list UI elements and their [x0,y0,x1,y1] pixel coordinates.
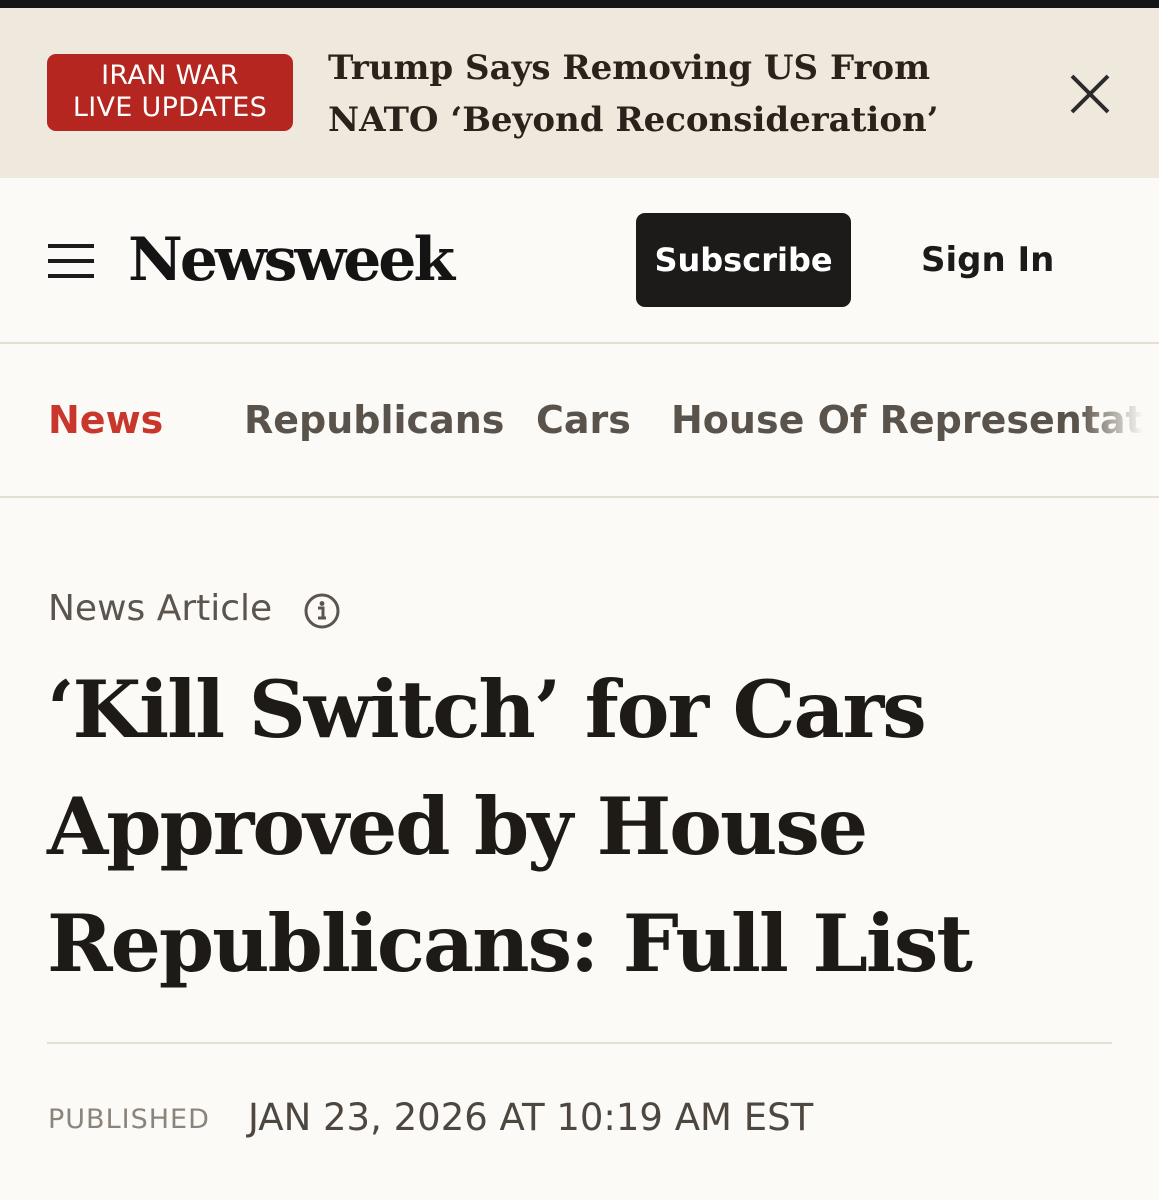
article-type-label: News Article [48,588,273,629]
top-rule [0,0,1159,8]
topic-nav-fade [1079,346,1159,496]
sign-in-link[interactable]: Sign In [921,236,1054,284]
site-logo[interactable]: Newsweek [128,220,455,300]
banner-headline[interactable]: Trump Says Removing US From NATO ‘Beyond… [328,42,1028,146]
badge-line-1: IRAN WAR [101,60,239,91]
breaking-news-banner[interactable]: IRAN WAR LIVE UPDATES Trump Says Removin… [0,8,1159,178]
published-date: JAN 23, 2026 AT 10:19 AM EST [248,1096,814,1139]
published-label: PUBLISHED [48,1104,210,1135]
badge-line-2: LIVE UPDATES [72,92,268,123]
topic-news[interactable]: News [48,394,163,446]
article-headline: ‘Kill Switch’ for Cars Approved by House… [47,663,973,990]
topic-republicans[interactable]: Republicans [244,394,504,446]
live-updates-badge[interactable]: IRAN WAR LIVE UPDATES [47,54,293,131]
headline-divider [47,1042,1112,1044]
close-icon[interactable] [1064,68,1116,120]
subscribe-button[interactable]: Subscribe [636,213,851,307]
hamburger-menu-icon[interactable] [48,242,94,278]
topic-nav: News Republicans Cars House Of Represent… [0,346,1159,498]
site-header: Newsweek Subscribe Sign In [0,178,1159,344]
topic-cars[interactable]: Cars [536,394,631,446]
info-icon[interactable] [303,592,341,630]
